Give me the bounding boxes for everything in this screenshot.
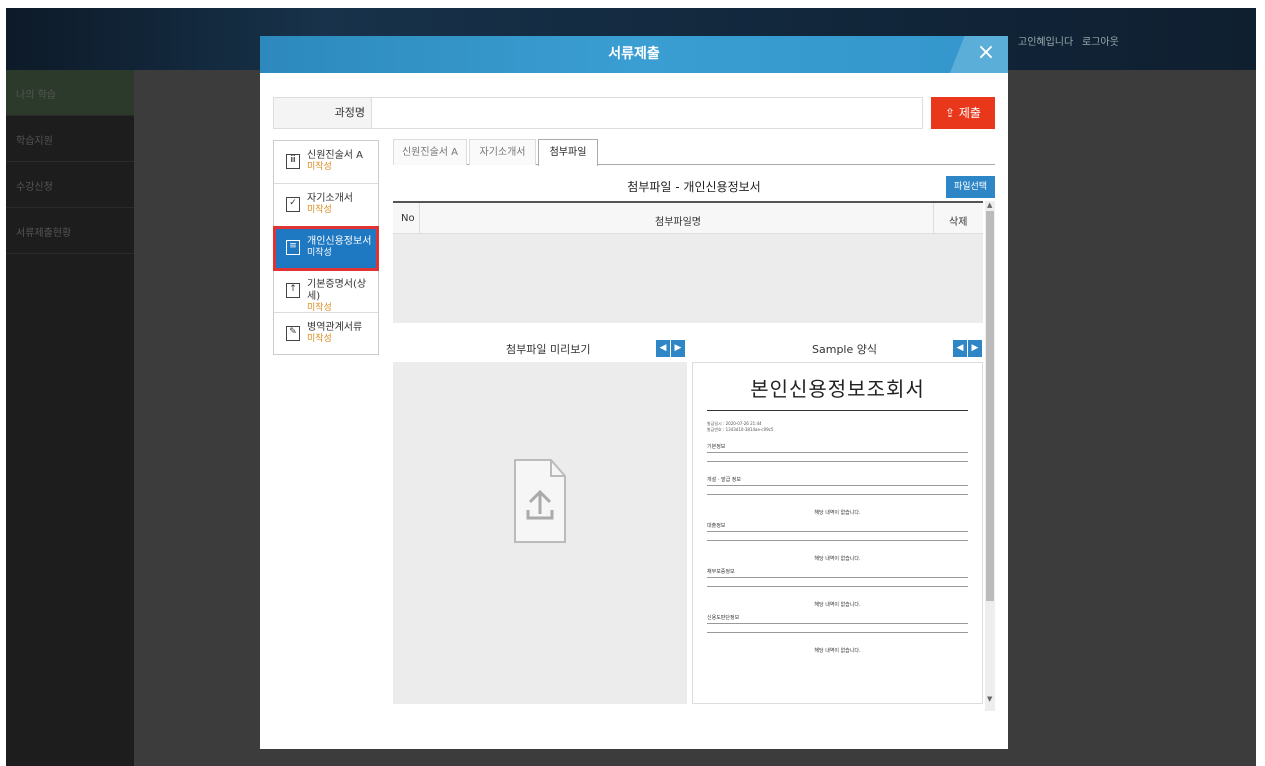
checkbox-icon: ✓ [286,197,300,212]
sample-section: 대출정보 [707,523,726,529]
document-name: 기본증명서(상세) [307,279,367,302]
preview-area [393,362,687,704]
close-icon[interactable]: × [950,36,1008,73]
tab-attachment[interactable]: 첨부파일 [538,139,598,166]
modal-header: 서류제출 × [260,36,1008,73]
sidebar-item-support[interactable]: 학습지원 [6,116,134,162]
sample-label: Sample 양식 [812,343,877,356]
scroll-up-icon[interactable]: ▲ [987,201,992,209]
col-no: No [401,213,415,224]
preview-label: 첨부파일 미리보기 [506,343,591,356]
sample-section: 개설 · 발급 정보 [707,477,741,483]
document-list: ⅲ 신원진술서 A 미작성 ✓ 자기소개서 미작성 ≡ 개인신용정보서 미작성 … [273,140,379,355]
sidebar-item-enroll[interactable]: 수강신청 [6,162,134,208]
scroll-down-icon[interactable]: ▼ [987,695,992,703]
document-item-identity[interactable]: ⅲ 신원진술서 A 미작성 [274,141,378,184]
submit-label: 제출 [958,106,981,120]
submit-button[interactable]: ⇪ 제출 [931,97,995,129]
sample-section: 신용도판단정보 [707,615,740,621]
document-name: 신원진술서 A [307,150,364,161]
user-greeting: 고인혜입니다 [1018,37,1074,48]
next-icon[interactable]: ▶ [671,340,685,357]
table-header: No 첨부파일명 삭제 [393,203,983,234]
tab-self-intro[interactable]: 자기소개서 [469,139,536,165]
document-submit-modal: 서류제출 × 과정명 ⇪ 제출 ⅲ 신원진술서 A 미작성 ✓ 자기소개서 미작… [260,36,1008,749]
document-name: 자기소개서 [307,193,353,204]
sidebar-item-learning[interactable]: 나의 학습 [6,70,134,116]
sample-empty: 해당 내역이 없습니다. [814,602,861,608]
prev-icon[interactable]: ◀ [953,340,967,357]
sample-empty: 해당 내역이 없습니다. [814,648,861,654]
file-select-button[interactable]: 파일선택 [946,176,995,198]
document-status: 미작성 [307,205,332,215]
sample-section: 기본정보 [707,444,726,450]
document-item-credit-info[interactable]: ≡ 개인신용정보서 미작성 [273,226,379,271]
attachment-title: 첨부파일 - 개인신용정보서 [627,180,761,194]
document-name: 병역관계서류 [307,322,363,333]
sample-title: 본인신용정보조회서 [750,377,925,401]
course-field: 과정명 [273,97,923,129]
document-status: 미작성 [307,162,332,172]
document-item-military[interactable]: ✎ 병역관계서류 미작성 [274,313,378,356]
document-name: 개인신용정보서 [307,236,372,247]
sidebar-item-documents[interactable]: 서류제출현황 [6,208,134,254]
upload-icon: ⇪ [945,106,956,120]
next-icon[interactable]: ▶ [968,340,982,357]
sample-empty: 해당 내역이 없습니다. [814,510,861,516]
scroll-thumb[interactable] [986,211,994,601]
document-icon: ≡ [286,240,300,255]
document-status: 미작성 [307,248,332,258]
edit-icon: ✎ [286,326,300,341]
document-item-basic-cert[interactable]: ↑ 기본증명서(상세) 미작성 [274,270,378,313]
document-item-self-intro[interactable]: ✓ 자기소개서 미작성 [274,184,378,227]
modal-title: 서류제출 [608,46,660,62]
document-status: 미작성 [307,334,332,344]
course-input[interactable] [371,98,922,128]
course-label: 과정명 [334,106,365,119]
sample-empty: 해당 내역이 없습니다. [814,556,861,562]
content-scrollbar[interactable]: ▲ ▼ [985,201,995,711]
tab-bar: 신원진술서 A 자기소개서 첨부파일 [393,139,995,166]
id-doc-icon: ⅲ [286,154,300,169]
sample-form: 본인신용정보조회서 발급일시 : 2020-07-26 21:44 발급번호 :… [692,362,983,704]
col-delete: 삭제 [949,217,968,228]
sidebar: 나의 학습 학습지원 수강신청 서류제출현황 [6,70,134,766]
col-filename: 첨부파일명 [655,217,701,228]
upload-box-icon: ↑ [286,283,300,298]
prev-icon[interactable]: ◀ [656,340,670,357]
sample-section: 채무보증정보 [707,569,735,575]
logout-link[interactable]: 로그아웃 [1082,33,1119,48]
attachment-table: No 첨부파일명 삭제 [393,201,983,323]
preview-nav: ◀ ▶ [656,340,686,357]
tab-identity[interactable]: 신원진술서 A [393,139,467,165]
sample-nav: ◀ ▶ [953,340,983,357]
file-upload-icon [514,459,566,543]
sample-meta-number: 발급번호 : 1343d10-3814ae-c09c5 [707,427,774,432]
